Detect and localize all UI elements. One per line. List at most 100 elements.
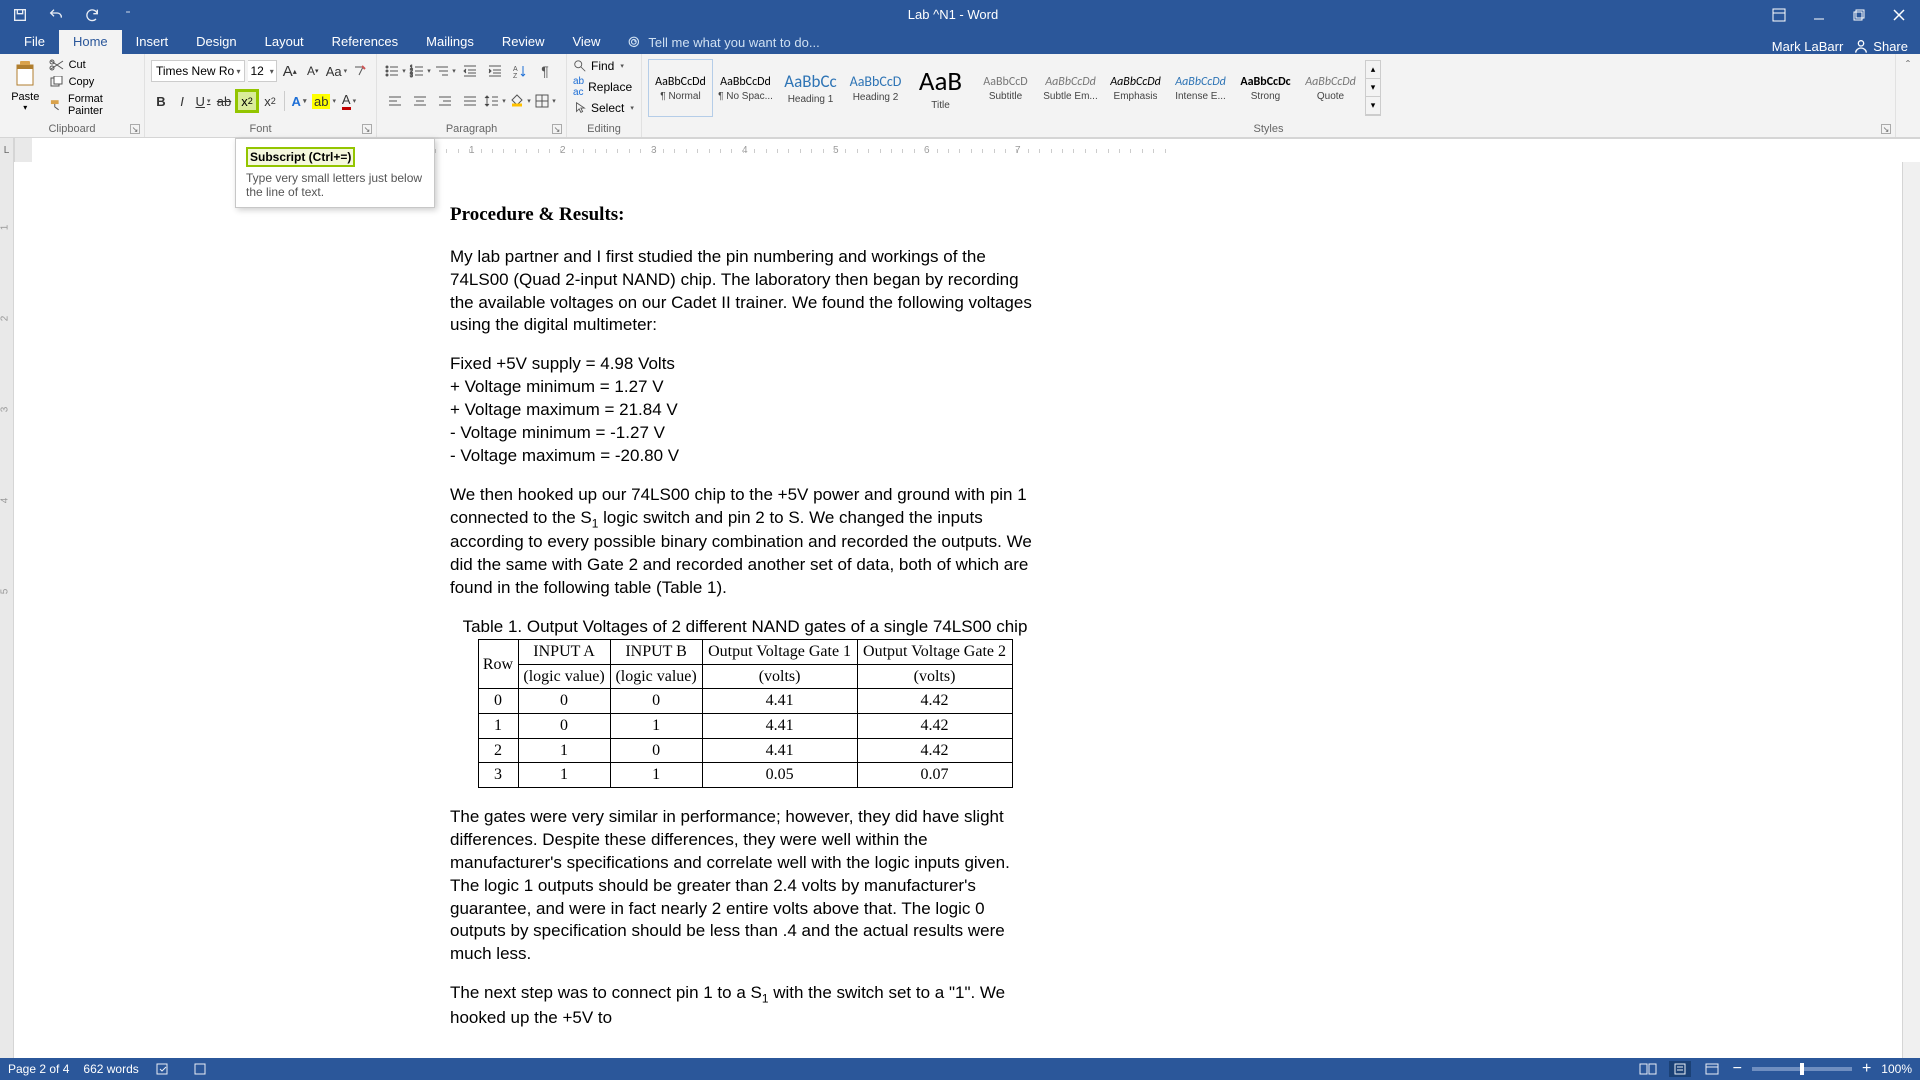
zoom-in-button[interactable]: +	[1862, 1060, 1871, 1078]
paragraph-dialog-launcher[interactable]: ↘	[552, 124, 562, 134]
line-spacing-button[interactable]: ▾	[483, 90, 507, 112]
word-count[interactable]: 662 words	[83, 1062, 138, 1076]
italic-button[interactable]: I	[172, 90, 192, 112]
minimize-button[interactable]	[1808, 4, 1830, 26]
voltage-line-4: - Voltage minimum = -1.27 V	[450, 422, 1040, 445]
tab-mailings[interactable]: Mailings	[412, 30, 488, 54]
qat-customize[interactable]: ⁼	[118, 5, 138, 25]
style-intense-e---[interactable]: AaBbCcDdIntense E...	[1168, 59, 1233, 117]
style-emphasis[interactable]: AaBbCcDdEmphasis	[1103, 59, 1168, 117]
voltage-line-2: + Voltage minimum = 1.27 V	[450, 376, 1040, 399]
tab-references[interactable]: References	[318, 30, 412, 54]
grow-font-button[interactable]: A▴	[280, 60, 300, 82]
group-paragraph: ▾ 123▾ ▾ AZ ¶ ▾ ▾ ▾ Paragraph ↘	[377, 54, 567, 137]
style-subtle-em---[interactable]: AaBbCcDdSubtle Em...	[1038, 59, 1103, 117]
ribbon-display-options[interactable]	[1768, 4, 1790, 26]
shading-button[interactable]: ▾	[508, 90, 532, 112]
style-strong[interactable]: AaBbCcDcStrong	[1233, 59, 1298, 117]
multilevel-list-button[interactable]: ▾	[433, 60, 457, 82]
tell-me-search[interactable]: Tell me what you want to do...	[614, 31, 833, 54]
underline-button[interactable]: U▾	[193, 90, 213, 112]
zoom-out-button[interactable]: −	[1733, 1060, 1742, 1078]
tell-me-placeholder: Tell me what you want to do...	[648, 35, 819, 50]
borders-button[interactable]: ▾	[533, 90, 557, 112]
spellcheck-icon[interactable]	[153, 1061, 175, 1077]
zoom-slider[interactable]	[1752, 1067, 1852, 1071]
paste-button[interactable]: Paste ▾	[6, 57, 45, 119]
tab-insert[interactable]: Insert	[122, 30, 183, 54]
group-clipboard: Paste ▾ Cut Copy Format Painter Clipboar…	[0, 54, 145, 137]
tab-home[interactable]: Home	[59, 30, 122, 54]
font-dialog-launcher[interactable]: ↘	[362, 124, 372, 134]
print-layout-button[interactable]	[1669, 1061, 1691, 1077]
vertical-scrollbar[interactable]	[1902, 162, 1920, 1058]
increase-indent-button[interactable]	[483, 60, 507, 82]
tab-layout[interactable]: Layout	[251, 30, 318, 54]
th-row: Row	[478, 640, 518, 689]
page-indicator[interactable]: Page 2 of 4	[8, 1062, 69, 1076]
tooltip-title: Subscript (Ctrl+=)	[246, 147, 355, 167]
select-button[interactable]: Select▾	[573, 101, 635, 115]
tab-file[interactable]: File	[10, 30, 59, 54]
share-button[interactable]: Share	[1853, 38, 1908, 54]
font-name-combo[interactable]: Times New Ro▾	[151, 60, 245, 82]
autosave-icon[interactable]	[10, 5, 30, 25]
styles-dialog-launcher[interactable]: ↘	[1881, 124, 1891, 134]
tab-review[interactable]: Review	[488, 30, 559, 54]
clear-formatting-button[interactable]	[350, 60, 370, 82]
read-mode-button[interactable]	[1637, 1061, 1659, 1077]
style-quote[interactable]: AaBbCcDdQuote	[1298, 59, 1363, 117]
change-case-button[interactable]: Aa▾	[326, 60, 347, 82]
sort-button[interactable]: AZ	[508, 60, 532, 82]
tab-view[interactable]: View	[558, 30, 614, 54]
document-page[interactable]: Procedure & Results: My lab partner and …	[360, 162, 1130, 1058]
macro-recording-icon[interactable]	[189, 1061, 211, 1077]
style---normal[interactable]: AaBbCcDd¶ Normal	[648, 59, 713, 117]
style-heading-2[interactable]: AaBbCcDHeading 2	[843, 59, 908, 117]
font-size-combo[interactable]: 12▾	[248, 60, 276, 82]
align-center-button[interactable]	[408, 90, 432, 112]
styles-scroll[interactable]: ▴▾▾	[1365, 60, 1381, 116]
shrink-font-button[interactable]: A▾	[303, 60, 323, 82]
bold-button[interactable]: B	[151, 90, 171, 112]
vertical-ruler[interactable]: 12345	[0, 162, 14, 1058]
text-effects-button[interactable]: A▾	[289, 90, 309, 112]
web-layout-button[interactable]	[1701, 1061, 1723, 1077]
redo-button[interactable]	[82, 5, 102, 25]
collapse-ribbon-button[interactable]: ˆ	[1906, 58, 1910, 72]
strikethrough-button[interactable]: ab	[214, 90, 234, 112]
ribbon: Paste ▾ Cut Copy Format Painter Clipboar…	[0, 54, 1920, 138]
numbering-button[interactable]: 123▾	[408, 60, 432, 82]
close-button[interactable]	[1888, 4, 1910, 26]
show-paragraph-marks-button[interactable]: ¶	[533, 60, 557, 82]
replace-button[interactable]: abacReplace	[573, 76, 635, 98]
style-subtitle[interactable]: AaBbCcDSubtitle	[973, 59, 1038, 117]
format-painter-button[interactable]: Format Painter	[49, 93, 138, 117]
tab-design[interactable]: Design	[182, 30, 250, 54]
tab-selector[interactable]: L	[0, 138, 14, 162]
align-left-button[interactable]	[383, 90, 407, 112]
style---no-spac---[interactable]: AaBbCcDd¶ No Spac...	[713, 59, 778, 117]
find-button[interactable]: Find▾	[573, 59, 635, 73]
style-heading-1[interactable]: AaBbCcHeading 1	[778, 59, 843, 117]
style-title[interactable]: AaBTitle	[908, 59, 973, 117]
superscript-button[interactable]: x2	[260, 90, 280, 112]
highlight-button[interactable]: ab▾	[310, 90, 338, 112]
zoom-level[interactable]: 100%	[1881, 1062, 1912, 1076]
clipboard-dialog-launcher[interactable]: ↘	[130, 124, 140, 134]
justify-button[interactable]	[458, 90, 482, 112]
decrease-indent-button[interactable]	[458, 60, 482, 82]
cut-button[interactable]: Cut	[49, 59, 138, 71]
subscript-button[interactable]: x2	[235, 89, 259, 113]
font-color-button[interactable]: A▾	[339, 90, 359, 112]
status-bar: Page 2 of 4 662 words − + 100%	[0, 1058, 1920, 1080]
restore-button[interactable]	[1848, 4, 1870, 26]
paragraph-1: My lab partner and I first studied the p…	[450, 246, 1040, 338]
group-label-clipboard: Clipboard	[0, 123, 144, 135]
paragraph-2: We then hooked up our 74LS00 chip to the…	[450, 484, 1040, 600]
undo-button[interactable]	[46, 5, 66, 25]
align-right-button[interactable]	[433, 90, 457, 112]
bullets-button[interactable]: ▾	[383, 60, 407, 82]
user-name[interactable]: Mark LaBarr	[1772, 39, 1844, 54]
copy-button[interactable]: Copy	[49, 76, 138, 88]
